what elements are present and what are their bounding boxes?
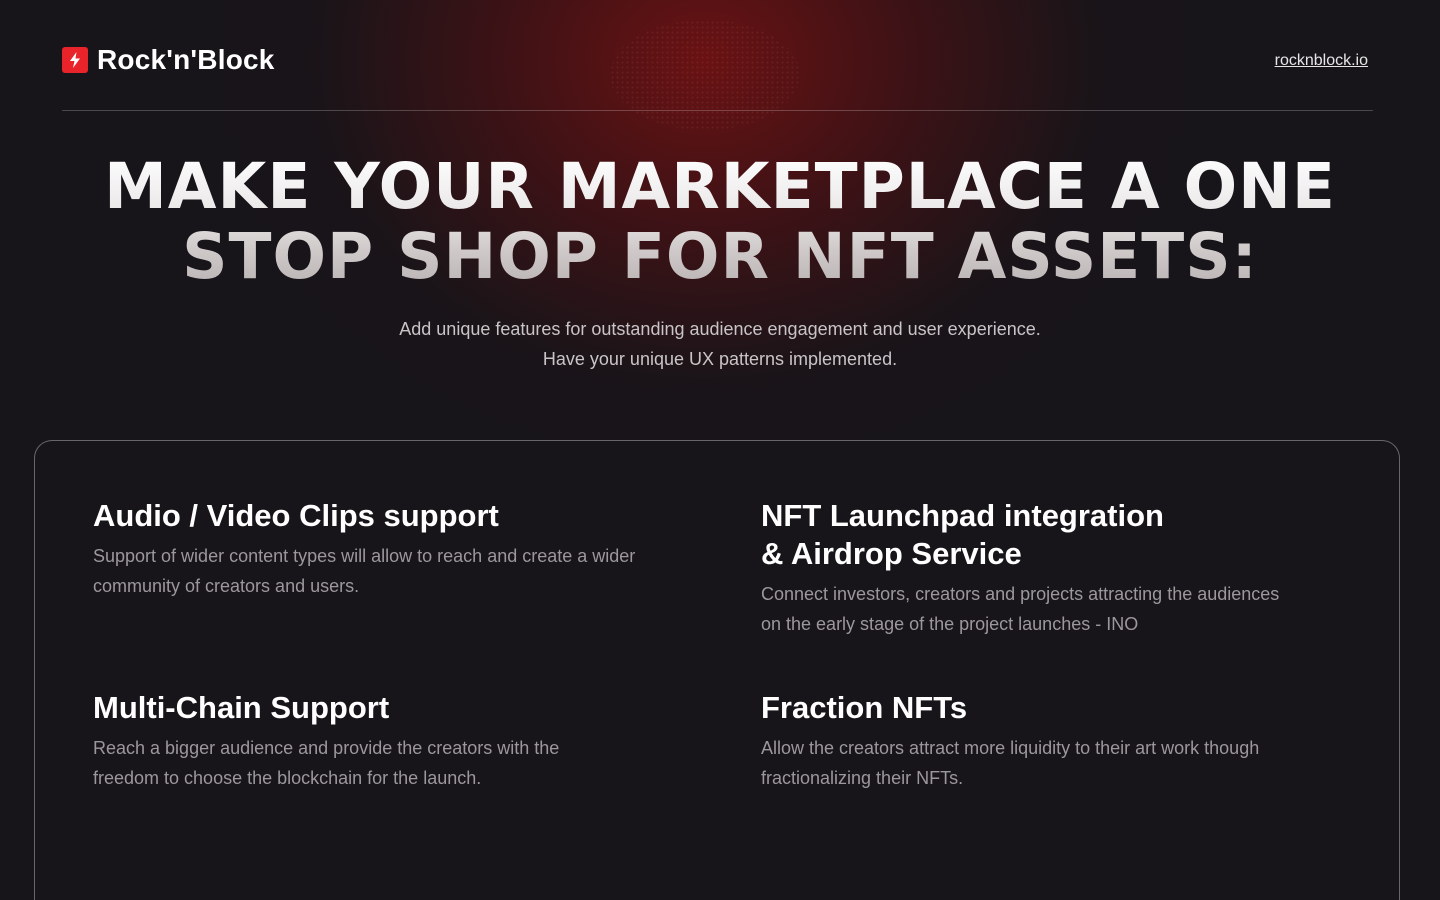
feature-title-line: & Airdrop Service bbox=[761, 536, 1022, 571]
hero-subtitle: Add unique features for outstanding audi… bbox=[0, 314, 1440, 374]
feature-fraction-nfts: Fraction NFTs Allow the creators attract… bbox=[761, 689, 1361, 793]
feature-description-line: community of creators and users. bbox=[93, 576, 360, 596]
feature-description-line: on the early stage of the project launch… bbox=[761, 614, 1139, 634]
brand-logo[interactable]: Rock'n'Block bbox=[62, 44, 275, 76]
feature-title: Multi-Chain Support bbox=[93, 690, 390, 725]
features-card: Audio / Video Clips support Support of w… bbox=[34, 440, 1400, 900]
lightning-bolt-icon bbox=[62, 47, 88, 73]
feature-title: NFT Launchpad integration & Airdrop Serv… bbox=[761, 497, 1361, 573]
feature-multi-chain: Multi-Chain Support Reach a bigger audie… bbox=[93, 689, 693, 793]
feature-title: Fraction NFTs bbox=[761, 690, 968, 725]
feature-nft-launchpad: NFT Launchpad integration & Airdrop Serv… bbox=[761, 497, 1361, 639]
feature-description: Reach a bigger audience and provide the … bbox=[93, 733, 693, 793]
feature-title: Audio / Video Clips support bbox=[93, 498, 499, 533]
hero-subtitle-line-2: Have your unique UX patterns implemented… bbox=[542, 349, 898, 369]
header-divider bbox=[62, 110, 1373, 111]
page: Rock'n'Block rocknblock.io MAKE YOUR MAR… bbox=[0, 0, 1440, 900]
hero-title: MAKE YOUR MARKETPLACE A ONE STOP SHOP FO… bbox=[0, 152, 1440, 292]
header: Rock'n'Block rocknblock.io bbox=[62, 40, 1373, 84]
hero-title-line-2: STOP SHOP FOR NFT ASSETS: bbox=[182, 220, 1258, 293]
hero-subtitle-line-1: Add unique features for outstanding audi… bbox=[399, 319, 1041, 339]
feature-audio-video: Audio / Video Clips support Support of w… bbox=[93, 497, 693, 601]
feature-description: Support of wider content types will allo… bbox=[93, 541, 693, 601]
feature-description-line: Support of wider content types will allo… bbox=[93, 546, 636, 566]
feature-description: Connect investors, creators and projects… bbox=[761, 579, 1361, 639]
feature-title-line: NFT Launchpad integration bbox=[761, 498, 1164, 533]
feature-description-line: Connect investors, creators and projects… bbox=[761, 584, 1280, 604]
feature-description-line: Reach a bigger audience and provide the … bbox=[93, 738, 560, 758]
hero-title-line-1: MAKE YOUR MARKETPLACE A ONE bbox=[104, 150, 1336, 223]
feature-description-line: fractionalizing their NFTs. bbox=[761, 768, 964, 788]
feature-description-line: Allow the creators attract more liquidit… bbox=[761, 738, 1260, 758]
brand-name: Rock'n'Block bbox=[97, 44, 275, 75]
feature-description-line: freedom to choose the blockchain for the… bbox=[93, 768, 482, 788]
site-link[interactable]: rocknblock.io bbox=[1275, 52, 1368, 70]
feature-description: Allow the creators attract more liquidit… bbox=[761, 733, 1361, 793]
